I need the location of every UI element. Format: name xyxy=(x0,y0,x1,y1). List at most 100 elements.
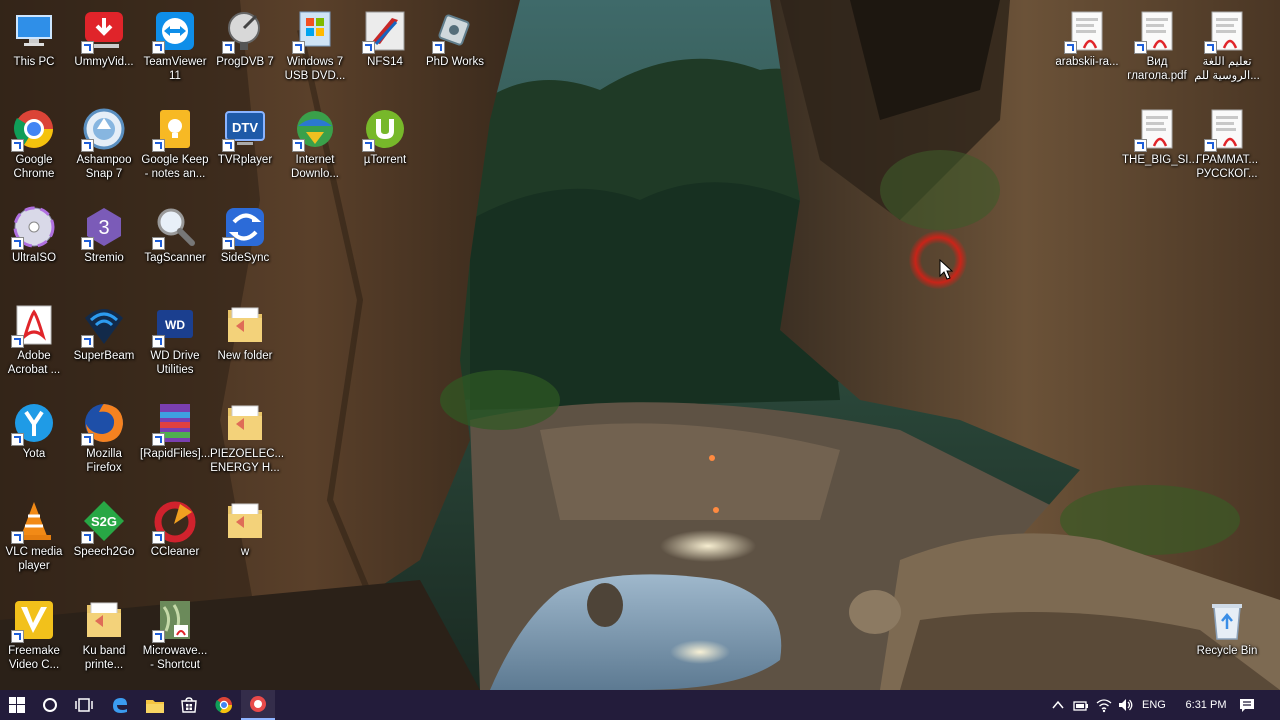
desktop-icon-graphic xyxy=(81,597,127,643)
desktop-icon[interactable]: New folder xyxy=(210,302,280,363)
store-icon xyxy=(181,697,197,713)
desktop-icon-label: CCleaner xyxy=(150,546,200,558)
desktop-icon[interactable]: 3 Stremio xyxy=(69,204,139,265)
desktop-icon-graphic xyxy=(152,498,198,544)
desktop-icon-graphic xyxy=(292,106,338,152)
desktop-icon-label: TeamViewer 11 xyxy=(143,56,207,82)
start-button[interactable] xyxy=(0,690,34,720)
desktop-icon-label: Вид глагола.pdf xyxy=(1127,56,1187,82)
shortcut-arrow-icon xyxy=(1134,139,1147,152)
shortcut-arrow-icon xyxy=(292,139,305,152)
svg-text:3: 3 xyxy=(98,217,109,239)
store-taskbar-button[interactable] xyxy=(172,690,206,720)
input-language-indicator[interactable]: ENG xyxy=(1142,690,1166,720)
action-center-notification-icon[interactable] xyxy=(1239,697,1255,713)
shortcut-arrow-icon xyxy=(1204,139,1217,152)
desktop-icon[interactable]: ГРАММАТ... РУССКОГ... xyxy=(1192,106,1262,181)
desktop-icon-graphic: 3 xyxy=(81,204,127,250)
shortcut-arrow-icon xyxy=(1064,41,1077,54)
desktop-icon-label: SideSync xyxy=(220,252,270,264)
svg-text:DTV: DTV xyxy=(232,120,258,135)
desktop-icon[interactable]: PhD Works xyxy=(420,8,490,69)
desktop-icon[interactable]: VLC media player xyxy=(0,498,69,573)
shortcut-arrow-icon xyxy=(1134,41,1147,54)
shortcut-arrow-icon xyxy=(152,630,165,643)
ashampoo-snap-taskbar-button[interactable] xyxy=(241,690,275,720)
desktop-icon[interactable]: TagScanner xyxy=(140,204,210,265)
shortcut-arrow-icon xyxy=(81,41,94,54)
desktop-icon[interactable]: UltraISO xyxy=(0,204,69,265)
edge-icon xyxy=(113,698,127,713)
wifi-icon[interactable] xyxy=(1096,697,1112,713)
volume-speaker-icon[interactable] xyxy=(1118,697,1134,713)
desktop-icon[interactable]: S2G Speech2Go xyxy=(69,498,139,559)
desktop-icon-label: Freemake Video C... xyxy=(8,645,60,671)
desktop-icon-label: TagScanner xyxy=(144,252,206,264)
desktop-icon[interactable]: Internet Downlo... xyxy=(280,106,350,181)
chrome-taskbar-button[interactable] xyxy=(207,690,241,720)
shortcut-arrow-icon xyxy=(362,41,375,54)
desktop-icon-label: PIEZOELEC... ENERGY H... xyxy=(210,448,285,474)
task-view-button[interactable] xyxy=(67,690,101,720)
edge-taskbar-button[interactable] xyxy=(103,690,137,720)
desktop-icon[interactable]: THE_BIG_SI... xyxy=(1122,106,1198,167)
desktop-icon-graphic xyxy=(222,204,268,250)
desktop-icon[interactable]: Ku band printe... xyxy=(69,597,139,672)
desktop-icon[interactable]: WD WD Drive Utilities xyxy=(140,302,210,377)
desktop-icon[interactable]: Adobe Acrobat ... xyxy=(0,302,69,377)
shortcut-arrow-icon xyxy=(152,335,165,348)
clock[interactable]: 6:31 PM xyxy=(1180,690,1232,720)
show-hidden-icons-chevron-up-icon[interactable] xyxy=(1052,700,1064,710)
desktop-icon-label: [RapidFiles]... xyxy=(140,448,211,460)
shortcut-arrow-icon xyxy=(152,433,165,446)
desktop-icon-label: New folder xyxy=(217,350,273,362)
desktop-icon-label: Google Chrome xyxy=(13,154,55,180)
desktop-icon[interactable]: DTV TVRplayer xyxy=(210,106,280,167)
folder-icon xyxy=(228,503,262,538)
desktop-icon[interactable]: Google Keep - notes an... xyxy=(140,106,210,181)
desktop-icon[interactable]: Mozilla Firefox xyxy=(69,400,139,475)
desktop-icon[interactable]: UmmyVid... xyxy=(69,8,139,69)
desktop-icon[interactable]: w xyxy=(210,498,280,559)
desktop-icon[interactable]: [RapidFiles]... xyxy=(140,400,210,461)
desktop-icon-label: SuperBeam xyxy=(73,350,135,362)
desktop-icon[interactable]: This PC xyxy=(0,8,69,69)
folder-icon xyxy=(228,307,262,342)
desktop-icon[interactable]: Microwave... - Shortcut xyxy=(140,597,210,672)
desktop-icon[interactable]: Freemake Video C... xyxy=(0,597,69,672)
desktop-icon[interactable]: Windows 7 USB DVD... xyxy=(280,8,350,83)
desktop-icon-graphic xyxy=(152,106,198,152)
desktop-icon[interactable]: PIEZOELEC... ENERGY H... xyxy=(210,400,285,475)
desktop-icon-graphic xyxy=(1204,597,1250,643)
desktop-icon-graphic xyxy=(11,400,57,446)
desktop-icon[interactable]: Recycle Bin xyxy=(1192,597,1262,658)
shortcut-arrow-icon xyxy=(152,237,165,250)
desktop-icon[interactable]: CCleaner xyxy=(140,498,210,559)
task-view-icon xyxy=(75,698,93,712)
battery-plugged-icon[interactable] xyxy=(1073,698,1089,712)
desktop-icon[interactable]: SuperBeam xyxy=(69,302,139,363)
desktop-icon[interactable]: Ashampoo Snap 7 xyxy=(69,106,139,181)
desktop-icon-graphic xyxy=(81,106,127,152)
desktop-icon[interactable]: Вид глагола.pdf xyxy=(1122,8,1192,83)
shortcut-arrow-icon xyxy=(81,531,94,544)
desktop-icon[interactable]: تعليم اللغة الروسية للم... xyxy=(1192,8,1262,83)
cortana-search-icon xyxy=(43,698,57,712)
cortana-search-button[interactable] xyxy=(33,690,67,720)
file-explorer-taskbar-button[interactable] xyxy=(138,690,172,720)
shortcut-arrow-icon xyxy=(81,139,94,152)
desktop-icon[interactable]: ProgDVB 7 xyxy=(210,8,280,69)
desktop-icon[interactable]: arabskii-ra... xyxy=(1052,8,1122,69)
desktop-icon[interactable]: TeamViewer 11 xyxy=(140,8,210,83)
desktop-icon-graphic xyxy=(432,8,478,54)
desktop-icon[interactable]: Google Chrome xyxy=(0,106,69,181)
desktop-icon-label: تعليم اللغة الروسية للم... xyxy=(1194,56,1260,82)
shortcut-arrow-icon xyxy=(11,531,24,544)
desktop-icon[interactable]: NFS14 xyxy=(350,8,420,69)
shortcut-arrow-icon xyxy=(1204,41,1217,54)
chrome-icon xyxy=(215,697,233,714)
desktop-icon[interactable]: Yota xyxy=(0,400,69,461)
shortcut-arrow-icon xyxy=(11,433,24,446)
desktop-icon[interactable]: SideSync xyxy=(210,204,280,265)
desktop-icon[interactable]: µTorrent xyxy=(350,106,420,167)
